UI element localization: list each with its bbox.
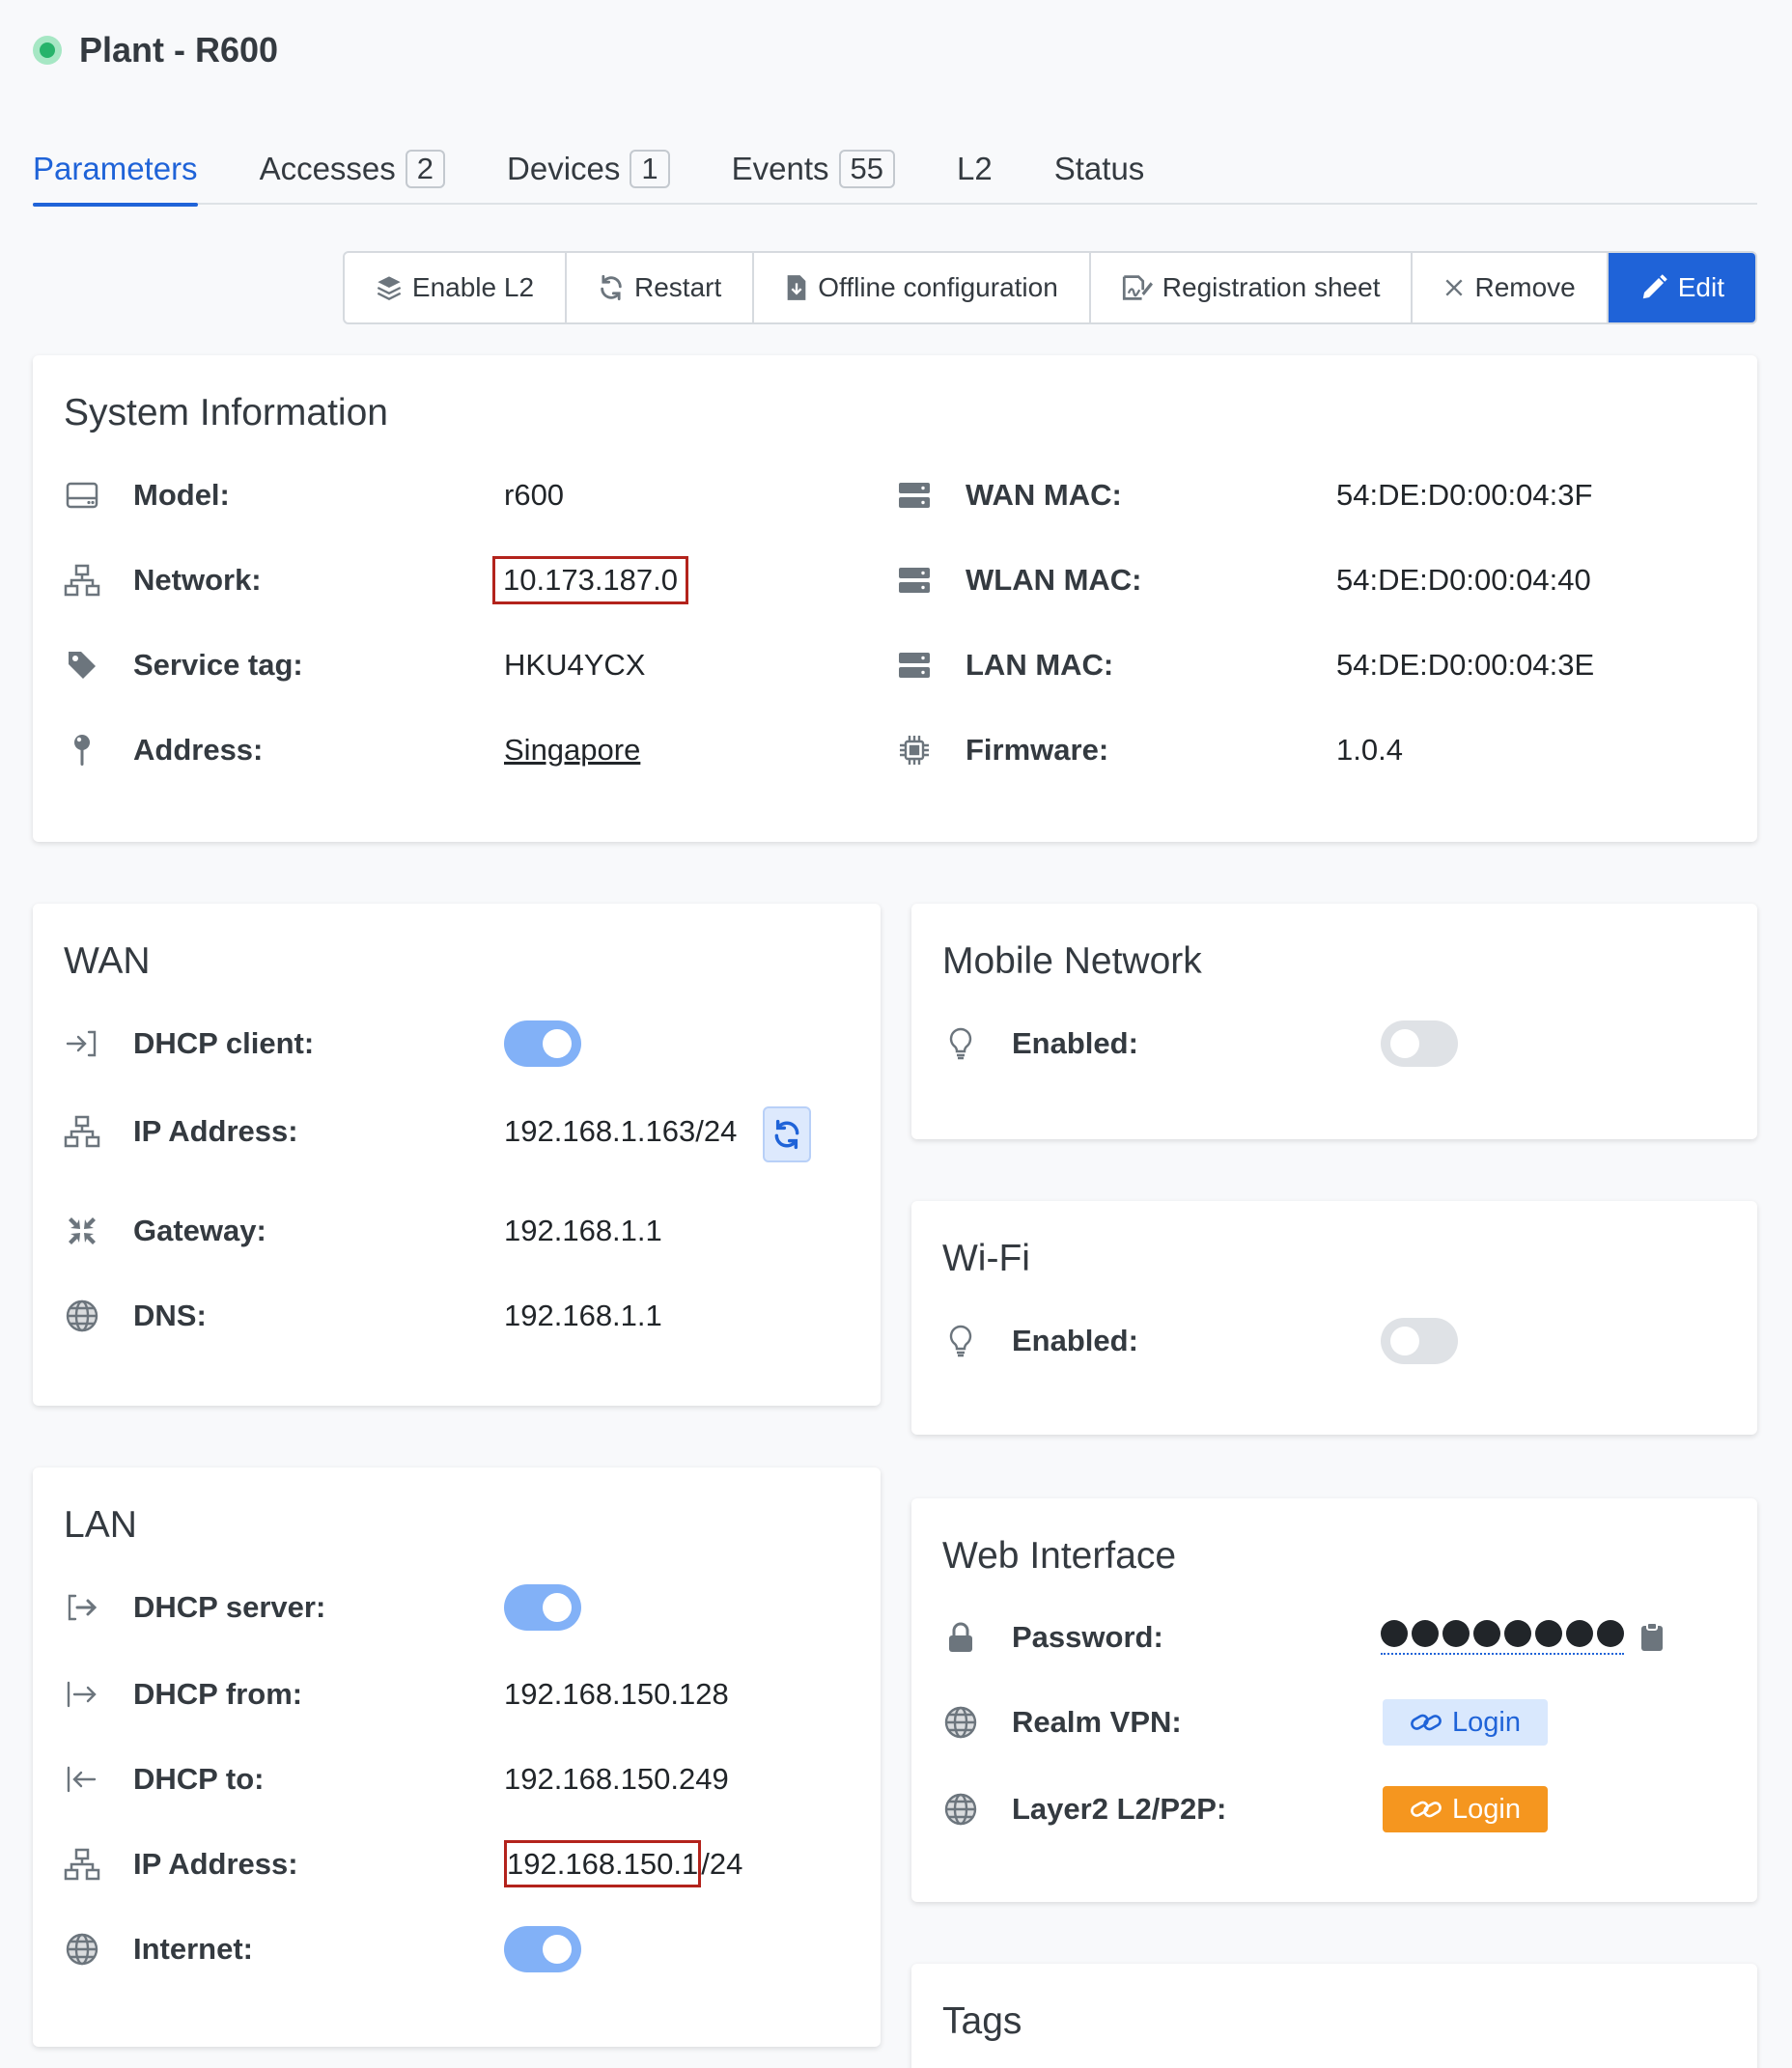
web-interface-card: Web Interface Password: Realm VPN: Login… (911, 1498, 1757, 1902)
wan-card: WAN DHCP client: IP Address: 192.168.1.1… (33, 904, 881, 1406)
globe-icon (942, 1791, 979, 1828)
layer2-login-button[interactable]: Login (1383, 1786, 1548, 1832)
globe-icon (64, 1931, 100, 1968)
wan-ip-value: 192.168.1.163/24 (504, 1114, 738, 1148)
remove-button[interactable]: Remove (1413, 253, 1609, 322)
refresh-icon (601, 274, 622, 301)
card-title: Tags (942, 2000, 1022, 2042)
dhcp-to-value: 192.168.150.249 (504, 1762, 729, 1796)
online-status-icon (33, 36, 62, 65)
link-icon (1411, 1801, 1442, 1818)
lan-mac-value: 54:DE:D0:00:04:3E (1336, 648, 1595, 682)
firmware-value: 1.0.4 (1336, 733, 1403, 767)
server-icon (896, 562, 933, 599)
arrow-left-to-bracket-icon (64, 1761, 100, 1798)
card-title: System Information (64, 392, 388, 433)
layers-icon (377, 276, 402, 300)
registration-sheet-button[interactable]: Registration sheet (1091, 253, 1414, 322)
count-badge: 2 (405, 150, 446, 188)
system-information-card: System Information Model: r600 Network: … (33, 355, 1757, 842)
close-icon (1445, 279, 1464, 296)
signature-icon (1122, 275, 1153, 300)
offline-configuration-button[interactable]: Offline configuration (754, 253, 1091, 322)
tab-events[interactable]: Events 55 (732, 133, 896, 205)
arrow-right-from-bracket-icon (64, 1676, 100, 1713)
map-pin-icon (64, 732, 100, 769)
realm-vpn-login-button[interactable]: Login (1383, 1699, 1548, 1746)
server-icon (896, 647, 933, 684)
card-title: Web Interface (942, 1535, 1177, 1577)
card-title: Wi-Fi (942, 1238, 1030, 1279)
wlan-mac-value: 54:DE:D0:00:04:40 (1336, 563, 1591, 597)
clipboard-icon[interactable] (1634, 1618, 1670, 1655)
tag-icon (64, 647, 100, 684)
device-page: Plant - R600 Parameters Accesses 2 Device… (0, 0, 1792, 2068)
pencil-icon (1642, 274, 1667, 299)
card-title: Mobile Network (942, 940, 1202, 982)
wifi-card: Wi-Fi Enabled: (911, 1201, 1757, 1435)
card-title: LAN (64, 1504, 137, 1546)
sign-in-icon (64, 1025, 100, 1062)
internet-toggle[interactable] (504, 1926, 581, 1972)
file-download-icon (787, 275, 806, 300)
lan-card: LAN DHCP server: DHCP from: 192.168.150.… (33, 1467, 881, 2047)
card-title: WAN (64, 940, 151, 982)
tab-devices[interactable]: Devices 1 (507, 133, 670, 205)
refresh-ip-button[interactable] (763, 1106, 811, 1162)
network-icon (64, 562, 100, 599)
link-icon (1411, 1714, 1442, 1731)
password-value[interactable] (1381, 1620, 1624, 1655)
network-icon (64, 1846, 100, 1883)
lightbulb-icon (942, 1025, 979, 1062)
lock-icon (942, 1619, 979, 1656)
tab-status[interactable]: Status (1054, 133, 1145, 205)
tags-card: Tags (911, 1964, 1757, 2068)
service-tag-value: HKU4YCX (504, 648, 646, 682)
count-badge: 1 (630, 150, 670, 188)
tab-accesses[interactable]: Accesses 2 (260, 133, 446, 205)
action-toolbar: Enable L2 Restart Offline configuration … (342, 251, 1757, 324)
sign-out-icon (64, 1589, 100, 1626)
hard-drive-icon (64, 477, 100, 514)
refresh-icon (774, 1119, 799, 1150)
lan-ip-value: 192.168.150.1/24 (504, 1840, 742, 1887)
gateway-value: 192.168.1.1 (504, 1214, 662, 1247)
page-title: Plant - R600 (79, 30, 279, 70)
network-value: 10.173.187.0 (492, 556, 689, 604)
mobile-network-card: Mobile Network Enabled: (911, 904, 1757, 1139)
lightbulb-icon (942, 1323, 979, 1359)
dhcp-client-toggle[interactable] (504, 1020, 581, 1067)
tab-l2[interactable]: L2 (957, 133, 993, 205)
enable-l2-button[interactable]: Enable L2 (345, 253, 568, 322)
compress-arrows-icon (64, 1213, 100, 1249)
restart-button[interactable]: Restart (567, 253, 755, 322)
address-link[interactable]: Singapore (504, 733, 640, 768)
wan-mac-value: 54:DE:D0:00:04:3F (1336, 478, 1593, 512)
mobile-enabled-toggle[interactable] (1381, 1020, 1458, 1067)
dhcp-server-toggle[interactable] (504, 1584, 581, 1631)
dhcp-from-value: 192.168.150.128 (504, 1677, 729, 1711)
tab-bar: Parameters Accesses 2 Devices 1 Events 55 L… (33, 133, 1757, 207)
tab-parameters[interactable]: Parameters (33, 133, 198, 207)
microchip-icon (896, 732, 933, 769)
network-icon (64, 1113, 100, 1150)
globe-icon (942, 1704, 979, 1741)
edit-button[interactable]: Edit (1608, 253, 1755, 322)
model-value: r600 (504, 478, 565, 512)
dns-value: 192.168.1.1 (504, 1299, 662, 1332)
server-icon (896, 477, 933, 514)
globe-icon (64, 1298, 100, 1334)
count-badge: 55 (838, 150, 896, 188)
wifi-enabled-toggle[interactable] (1381, 1318, 1458, 1364)
page-header: Plant - R600 (33, 29, 278, 71)
